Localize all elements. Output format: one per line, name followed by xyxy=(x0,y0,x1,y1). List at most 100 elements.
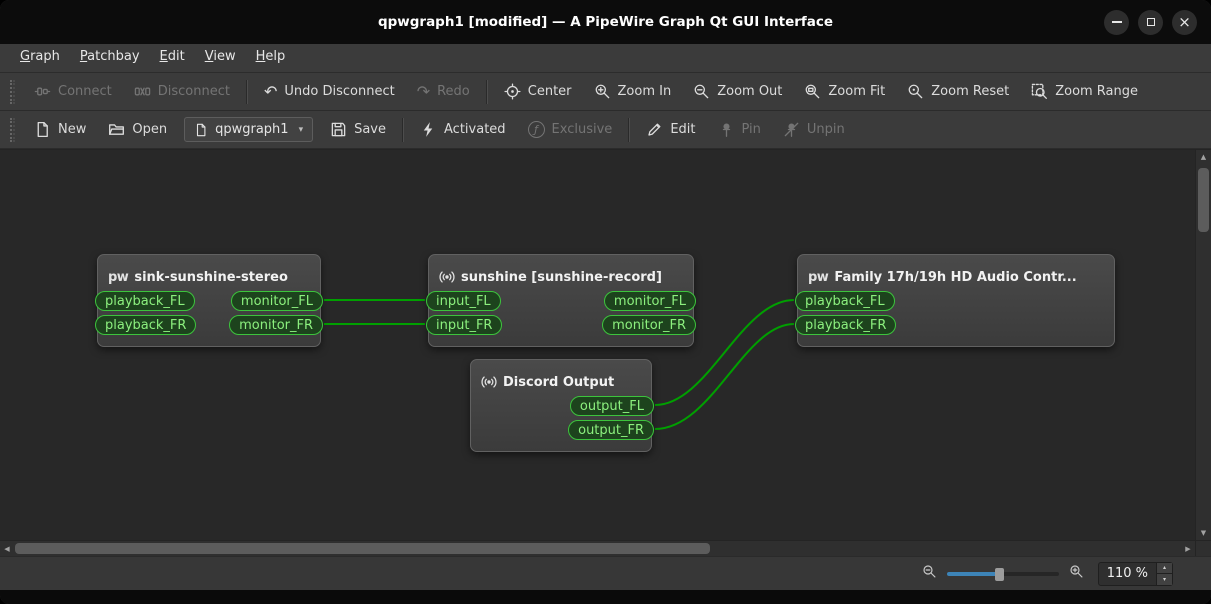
spin-down-button[interactable]: ▾ xyxy=(1157,574,1172,585)
sunshine-port-input-fr[interactable]: input_FR xyxy=(426,315,503,335)
close-button[interactable]: × xyxy=(1172,9,1197,35)
open-label: Open xyxy=(132,122,168,137)
zoom-range-label: Zoom Range xyxy=(1055,84,1139,99)
sink-port-playback-fr[interactable]: playback_FR xyxy=(95,315,197,335)
disconnect-button[interactable]: Disconnect xyxy=(123,78,241,105)
zoom-value[interactable]: 110 % xyxy=(1099,563,1156,585)
save-label: Save xyxy=(354,122,387,137)
spin-arrows: ▴ ▾ xyxy=(1156,562,1172,585)
undo-disconnect-button[interactable]: ↶ Undo Disconnect xyxy=(253,79,406,105)
horizontal-scrollbar[interactable]: ◀ ▶ xyxy=(0,540,1195,556)
exclusive-toggle[interactable]: ƒ Exclusive xyxy=(517,116,624,143)
sink-port-monitor-fl[interactable]: monitor_FL xyxy=(230,291,323,311)
node-family-hd-audio[interactable]: pw Family 17h/19h HD Audio Contr... play… xyxy=(795,254,1115,347)
menu-edit[interactable]: Edit xyxy=(150,44,195,72)
activated-label: Activated xyxy=(444,122,506,137)
pin-button[interactable]: Pin xyxy=(707,116,772,143)
scroll-up-arrow[interactable]: ▲ xyxy=(1196,150,1211,164)
patchbay-toolbar: New Open qpwgraph1 ▾ Save Activated ƒ Ex… xyxy=(0,111,1211,149)
vertical-scrollbar[interactable]: ▲ ▼ xyxy=(1195,150,1211,540)
redo-button[interactable]: ↷ Redo xyxy=(406,79,481,105)
zoom-in-icon[interactable] xyxy=(1069,564,1084,583)
pipewire-icon: pw xyxy=(808,269,829,285)
zoom-fit-label: Zoom Fit xyxy=(828,84,886,99)
activated-toggle[interactable]: Activated xyxy=(409,116,517,143)
zoom-reset-icon xyxy=(907,83,924,100)
connect-button[interactable]: Connect xyxy=(23,78,123,105)
family-port-playback-fl[interactable]: playback_FL xyxy=(795,291,895,311)
zoom-out-button[interactable]: Zoom Out xyxy=(682,78,793,105)
maximize-button[interactable] xyxy=(1138,9,1163,35)
toolbar-handle[interactable] xyxy=(10,117,15,142)
titlebar[interactable]: qpwgraph1 [modified] — A PipeWire Graph … xyxy=(0,0,1211,44)
lightning-bolt-icon xyxy=(420,121,437,138)
patchbay-select[interactable]: qpwgraph1 ▾ xyxy=(184,117,314,142)
vertical-scroll-track[interactable] xyxy=(1196,164,1211,526)
zoom-range-button[interactable]: Zoom Range xyxy=(1020,78,1149,105)
family-port-playback-fr[interactable]: playback_FR xyxy=(795,315,897,335)
undo-icon: ↶ xyxy=(263,81,278,101)
sunshine-port-monitor-fr[interactable]: monitor_FR xyxy=(602,315,696,335)
sunshine-port-input-fl[interactable]: input_FL xyxy=(426,291,501,311)
redo-label: Redo xyxy=(437,84,470,99)
patchbay-file-icon xyxy=(194,123,208,137)
node-title-row: pw Family 17h/19h HD Audio Contr... xyxy=(798,265,1114,289)
horizontal-scroll-track[interactable] xyxy=(14,541,1181,556)
zoom-reset-button[interactable]: Zoom Reset xyxy=(896,78,1020,105)
open-folder-icon xyxy=(108,121,125,138)
connect-icon xyxy=(34,83,51,100)
horizontal-scroll-thumb[interactable] xyxy=(15,543,710,554)
new-label: New xyxy=(58,122,87,137)
edit-patchbay-button[interactable]: Edit xyxy=(635,116,706,143)
undo-disconnect-label: Undo Disconnect xyxy=(284,84,395,99)
menu-graph[interactable]: Graph xyxy=(10,44,70,72)
menu-patchbay[interactable]: Patchbay xyxy=(70,44,150,72)
save-patchbay-button[interactable]: Save xyxy=(319,116,397,143)
scroll-right-arrow[interactable]: ▶ xyxy=(1181,541,1195,556)
unpin-icon xyxy=(783,121,800,138)
zoom-fit-button[interactable]: Zoom Fit xyxy=(793,78,896,105)
discord-port-output-fl[interactable]: output_FL xyxy=(569,396,654,416)
discord-port-output-fr[interactable]: output_FR xyxy=(568,420,654,440)
scroll-left-arrow[interactable]: ◀ xyxy=(0,541,14,556)
exclusive-label: Exclusive xyxy=(551,122,613,137)
node-title: Discord Output xyxy=(503,374,615,390)
sunshine-port-monitor-fl[interactable]: monitor_FL xyxy=(603,291,696,311)
vertical-scroll-thumb[interactable] xyxy=(1198,168,1209,232)
zoom-slider-fill xyxy=(946,571,999,576)
center-button[interactable]: Center xyxy=(493,78,583,105)
toolbar-handle[interactable] xyxy=(10,79,15,104)
close-icon: × xyxy=(1178,12,1191,31)
audio-device-icon xyxy=(481,374,497,390)
scroll-down-arrow[interactable]: ▼ xyxy=(1196,526,1211,540)
graph-canvas[interactable]: pw sink-sunshine-stereo playback_FL play… xyxy=(0,150,1195,540)
menu-help[interactable]: Help xyxy=(246,44,296,72)
new-patchbay-button[interactable]: New xyxy=(23,116,97,143)
unpin-label: Unpin xyxy=(806,122,845,137)
node-discord-output[interactable]: Discord Output output_FL output_FR xyxy=(470,359,654,452)
graph-area: pw sink-sunshine-stereo playback_FL play… xyxy=(0,149,1211,556)
toolbar-separator xyxy=(628,117,631,142)
sink-port-monitor-fr[interactable]: monitor_FR xyxy=(229,315,323,335)
unpin-button[interactable]: Unpin xyxy=(772,116,856,143)
open-patchbay-button[interactable]: Open xyxy=(97,116,178,143)
zoom-in-button[interactable]: Zoom In xyxy=(583,78,683,105)
zoom-slider[interactable] xyxy=(946,565,1059,583)
zoom-slider-thumb[interactable] xyxy=(994,567,1004,581)
disconnect-icon xyxy=(134,83,151,100)
toolbar-separator xyxy=(485,79,488,104)
node-sunshine-record[interactable]: sunshine [sunshine-record] input_FL inpu… xyxy=(426,254,696,347)
center-label: Center xyxy=(527,84,572,99)
spin-up-button[interactable]: ▴ xyxy=(1157,562,1172,574)
minimize-icon xyxy=(1111,21,1122,23)
node-title-row: Discord Output xyxy=(471,370,651,394)
sink-port-playback-fl[interactable]: playback_FL xyxy=(95,291,195,311)
zoom-spinbox[interactable]: 110 % ▴ ▾ xyxy=(1097,561,1173,586)
menu-view[interactable]: View xyxy=(195,44,246,72)
pin-icon xyxy=(718,121,735,138)
zoom-out-icon[interactable] xyxy=(922,564,937,583)
connect-label: Connect xyxy=(58,84,112,99)
chevron-down-icon: ▾ xyxy=(298,124,304,135)
node-sink-sunshine-stereo[interactable]: pw sink-sunshine-stereo playback_FL play… xyxy=(95,254,323,347)
minimize-button[interactable] xyxy=(1104,9,1129,35)
